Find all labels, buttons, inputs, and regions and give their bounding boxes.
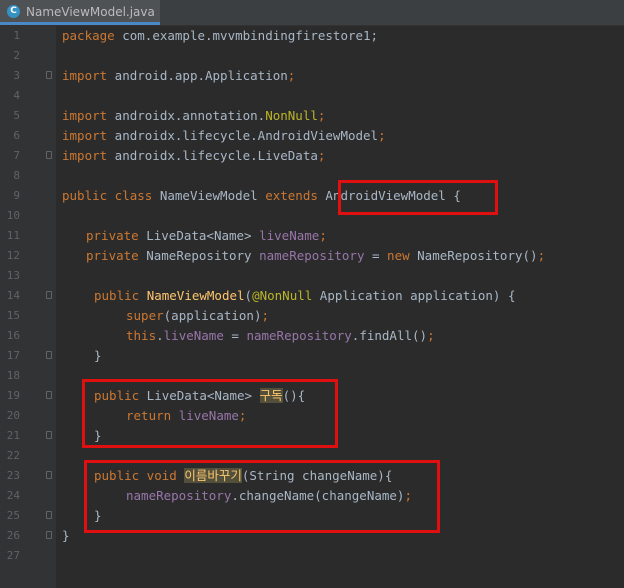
line-number: 22 <box>6 449 20 462</box>
line-number: 6 <box>13 129 20 142</box>
line-number: 16 <box>6 329 20 342</box>
code-line-3: 3 import android.app.Application; <box>0 66 624 86</box>
code-line-13: 13 <box>0 266 624 286</box>
code-text: super(application); <box>126 308 270 323</box>
code-text: public NameViewModel(@NonNull Applicatio… <box>94 288 516 303</box>
line-number: 5 <box>13 109 20 122</box>
fold-marker-icon[interactable] <box>46 511 52 519</box>
file-tab[interactable]: C NameViewModel.java <box>0 0 160 25</box>
line-number: 4 <box>13 89 20 102</box>
code-line-9: 9 public class NameViewModel extends Andr… <box>0 186 624 206</box>
code-line-2: 2 <box>0 46 624 66</box>
code-line-8: 8 <box>0 166 624 186</box>
code-text: this.liveName = nameRepository.findAll()… <box>126 328 435 343</box>
code-line-11: 11 private LiveData<Name> liveName; <box>0 226 624 246</box>
line-number: 2 <box>13 49 20 62</box>
code-text: import android.app.Application; <box>62 68 296 83</box>
fold-marker-icon[interactable] <box>46 351 52 359</box>
fold-marker-icon[interactable] <box>46 291 52 299</box>
line-number: 19 <box>6 389 20 402</box>
code-text: private LiveData<Name> liveName; <box>86 228 327 243</box>
code-line-6: 6 import androidx.lifecycle.AndroidViewMo… <box>0 126 624 146</box>
code-line-15: 15 super(application); <box>0 306 624 326</box>
highlight-box-change-name-method <box>84 460 440 533</box>
line-number: 10 <box>6 209 20 222</box>
line-number: 23 <box>6 469 20 482</box>
line-number: 26 <box>6 529 20 542</box>
code-text: } <box>62 528 70 543</box>
java-class-icon: C <box>7 5 20 18</box>
file-tab-label: NameViewModel.java <box>26 5 155 19</box>
code-text: package com.example.mvvmbindingfirestore… <box>62 28 379 43</box>
code-line-10: 10 <box>0 206 624 226</box>
line-number: 7 <box>13 149 20 162</box>
fold-marker-icon[interactable] <box>46 531 52 539</box>
code-line-27: 27 <box>0 546 624 566</box>
code-line-5: 5 import androidx.annotation.NonNull; <box>0 106 624 126</box>
fold-marker-icon[interactable] <box>46 151 52 159</box>
code-text: } <box>94 348 102 363</box>
code-text: import androidx.lifecycle.LiveData; <box>62 148 326 163</box>
fold-marker-icon[interactable] <box>46 431 52 439</box>
line-number: 21 <box>6 429 20 442</box>
line-number: 25 <box>6 509 20 522</box>
code-line-14: 14 public NameViewModel(@NonNull Applicat… <box>0 286 624 306</box>
code-line-1: 1 package com.example.mvvmbindingfirestor… <box>0 26 624 46</box>
line-number: 20 <box>6 409 20 422</box>
code-line-12: 12 private NameRepository nameRepository … <box>0 246 624 266</box>
line-number: 24 <box>6 489 20 502</box>
line-number: 13 <box>6 269 20 282</box>
fold-marker-icon[interactable] <box>46 391 52 399</box>
line-number: 8 <box>13 169 20 182</box>
fold-marker-icon[interactable] <box>46 71 52 79</box>
line-number: 3 <box>13 69 20 82</box>
line-number: 15 <box>6 309 20 322</box>
line-number: 18 <box>6 369 20 382</box>
code-line-16: 16 this.liveName = nameRepository.findAll… <box>0 326 624 346</box>
code-line-17: 17} <box>0 346 624 366</box>
line-number: 11 <box>6 229 20 242</box>
fold-marker-icon[interactable] <box>46 471 52 479</box>
line-number: 1 <box>13 29 20 42</box>
line-number: 27 <box>6 549 20 562</box>
line-number: 17 <box>6 349 20 362</box>
line-number: 9 <box>13 189 20 202</box>
code-text: import androidx.lifecycle.AndroidViewMod… <box>62 128 386 143</box>
code-text: private NameRepository nameRepository = … <box>86 248 546 263</box>
code-line-4: 4 <box>0 86 624 106</box>
line-number: 12 <box>6 249 20 262</box>
editor-tab-bar: C NameViewModel.java <box>0 0 624 26</box>
code-line-7: 7 import androidx.lifecycle.LiveData; <box>0 146 624 166</box>
highlight-box-subscribe-method <box>82 379 338 448</box>
highlight-box-superclass <box>338 180 498 215</box>
line-number: 14 <box>6 289 20 302</box>
code-text: import androidx.annotation.NonNull; <box>62 108 326 123</box>
